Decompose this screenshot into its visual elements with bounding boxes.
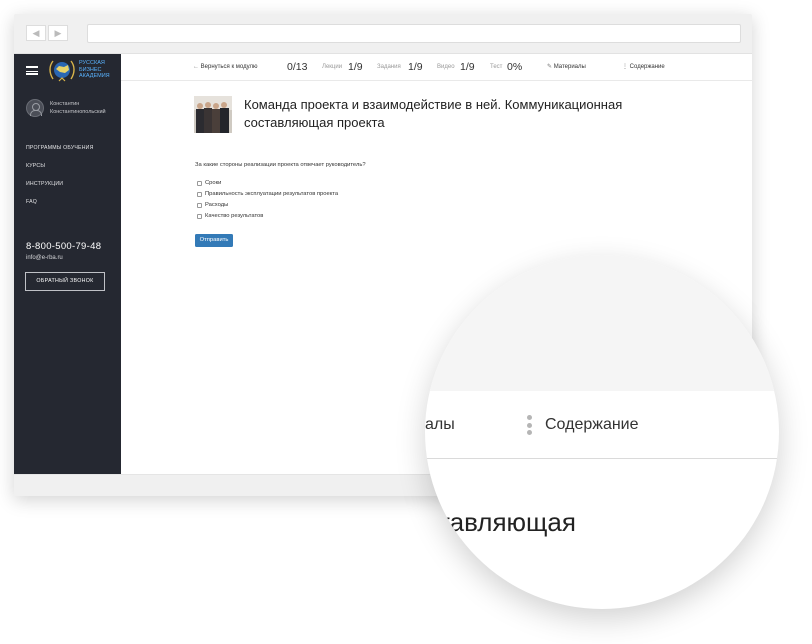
user-name[interactable]: Константин Константинопольский	[50, 100, 120, 116]
answer-option[interactable]: Качество результатов	[197, 213, 263, 219]
back-to-module-link[interactable]: ← Вернуться к модулю	[193, 54, 257, 81]
callback-button[interactable]: ОБРАТНЫЙ ЗВОНОК	[25, 272, 105, 291]
tasks-value: 1/9	[408, 61, 423, 73]
user-first-name: Константин	[50, 101, 80, 107]
answer-label: Правильность эксплуатации результатов пр…	[205, 191, 339, 197]
test-label: Тест	[490, 64, 503, 70]
answer-checkbox[interactable]	[197, 180, 202, 186]
sidebar-item-programs[interactable]: ПРОГРАММЫ ОБУЧЕНИЯ	[26, 145, 94, 151]
materials-link[interactable]: ✎ Материалы	[547, 54, 586, 81]
email-link[interactable]: info@e-rba.ru	[26, 255, 63, 261]
answer-checkbox[interactable]	[197, 191, 202, 197]
page-title: Команда проекта и взаимодействие в ней. …	[244, 97, 623, 130]
magnified-materials-fragment: алы	[425, 416, 455, 433]
total-progress: 0/13	[287, 61, 308, 73]
lectures-label: Лекции	[322, 64, 343, 70]
magnified-title-fragment: ставляющая	[425, 507, 576, 537]
magnifier-divider	[425, 458, 779, 459]
back-to-module-label: Вернуться к модулю	[200, 64, 258, 70]
magnifier-lens: алы Содержание ставляющая	[425, 255, 779, 609]
paperclip-icon: ✎	[547, 64, 553, 70]
more-vertical-icon	[527, 415, 533, 437]
user-last-name: Константинопольский	[50, 109, 106, 115]
sidebar: РУССКАЯ БИЗНЕС АКАДЕМИЯ Константин Конст…	[14, 54, 121, 474]
browser-toolbar: ◀ ▶	[14, 14, 752, 54]
sidebar-item-faq[interactable]: FAQ	[26, 199, 37, 205]
arrow-left-icon: ←	[193, 64, 199, 70]
answer-option[interactable]: Правильность эксплуатации результатов пр…	[197, 191, 338, 197]
answer-label: Расходы	[205, 202, 229, 208]
answer-label: Сроки	[205, 180, 222, 186]
answer-label: Качество результатов	[205, 213, 264, 219]
contents-label: Содержание	[629, 64, 665, 70]
avatar[interactable]	[26, 99, 44, 117]
contents-link[interactable]: ⋮ Содержание	[622, 54, 665, 81]
address-bar[interactable]	[87, 24, 741, 43]
logo-text: РУССКАЯ БИЗНЕС АКАДЕМИЯ	[79, 60, 110, 79]
magnifier-header-band	[425, 255, 779, 391]
menu-icon[interactable]	[26, 66, 38, 75]
answer-checkbox[interactable]	[197, 213, 202, 219]
video-value: 1/9	[460, 61, 475, 73]
lectures-value: 1/9	[348, 61, 363, 73]
sidebar-item-instructions[interactable]: ИНСТРУКЦИИ	[26, 181, 63, 187]
video-label: Видео	[437, 64, 455, 70]
course-topbar: ← Вернуться к модулю 0/13 Лекции 1/9 Зад…	[121, 54, 752, 81]
browser-forward-button[interactable]: ▶	[48, 25, 68, 41]
team-photo-image	[194, 96, 232, 133]
phone-number[interactable]: 8-800-500-79-48	[26, 241, 101, 252]
browser-back-button[interactable]: ◀	[26, 25, 46, 41]
more-vertical-icon: ⋮	[622, 64, 628, 70]
test-value: 0%	[507, 61, 523, 73]
answer-option[interactable]: Сроки	[197, 180, 221, 186]
tasks-label: Задания	[377, 64, 401, 70]
lesson-image	[194, 96, 232, 133]
answer-option[interactable]: Расходы	[197, 202, 228, 208]
submit-button[interactable]: Отправить	[195, 234, 233, 247]
academy-logo-icon	[49, 60, 75, 82]
materials-label: Материалы	[553, 64, 586, 70]
answer-checkbox[interactable]	[197, 202, 202, 208]
sidebar-item-courses[interactable]: КУРСЫ	[26, 163, 45, 169]
magnified-contents-label: Содержание	[545, 416, 639, 433]
question-text: За какие стороны реализации проекта отве…	[195, 162, 366, 168]
